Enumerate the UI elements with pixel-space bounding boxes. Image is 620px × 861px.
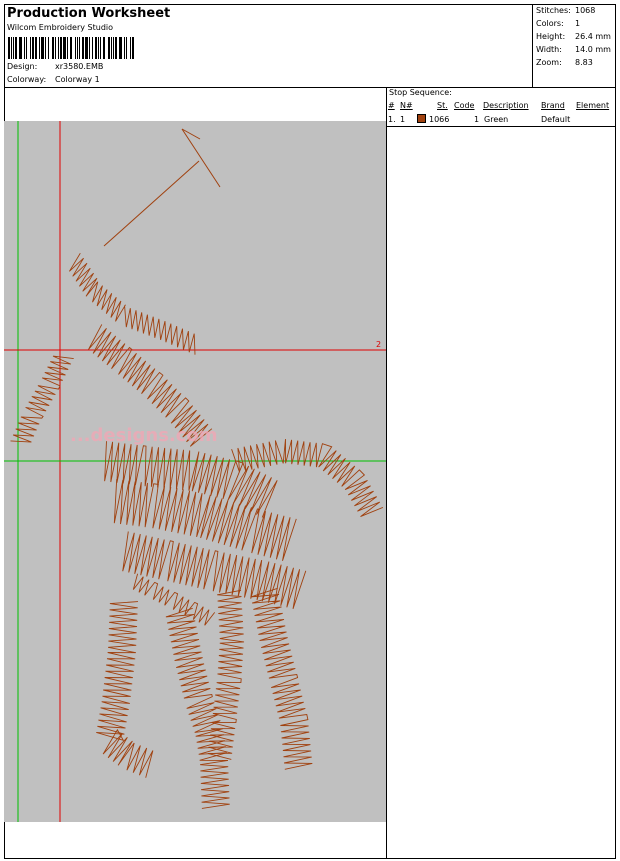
software-name: Wilcom Embroidery Studio — [7, 23, 114, 32]
thread-color-swatch — [417, 114, 426, 123]
design-label: Design: — [7, 62, 38, 71]
row-description: Green — [484, 115, 509, 124]
width-label: Width: — [536, 45, 562, 54]
stop-sequence-title: Stop Sequence: — [389, 88, 452, 97]
design-stats: Stitches: 1068 Colors: 1 Height: 26.4 mm Wi… — [532, 4, 616, 88]
zoom-label: Zoom: — [536, 58, 562, 67]
column-divider — [386, 88, 387, 859]
height-label: Height: — [536, 32, 566, 41]
stitches-label: Stitches: — [536, 6, 571, 15]
zoom-value: 8.83 — [575, 58, 593, 67]
row-num: 1. — [388, 115, 396, 124]
height-value: 26.4 mm — [575, 32, 611, 41]
col-header-n: N# — [400, 101, 413, 110]
page-title: Production Worksheet — [7, 6, 171, 21]
sequence-header-rule — [386, 126, 616, 127]
col-header-st: St. — [437, 101, 448, 110]
colorway-row: Colorway: Colorway 1 — [7, 75, 100, 84]
colors-label: Colors: — [536, 19, 564, 28]
stitches-value: 1068 — [575, 6, 596, 15]
row-code: 1 — [474, 115, 480, 124]
design-preview: ...designs.com 2 — [4, 121, 386, 822]
design-value: xr3580.EMB — [55, 62, 104, 71]
ruler-marker: 2 — [376, 340, 382, 349]
row-n: 1 — [400, 115, 406, 124]
col-header-description: Description — [483, 101, 529, 110]
embroidery-stitch-preview — [4, 121, 386, 822]
col-header-element: Element — [576, 101, 610, 110]
col-header-brand: Brand — [541, 101, 565, 110]
worksheet-header: Production Worksheet Wilcom Embroidery S… — [4, 4, 616, 88]
colorway-value: Colorway 1 — [55, 75, 100, 84]
watermark: ...designs.com — [70, 425, 218, 446]
col-header-code: Code — [454, 101, 475, 110]
barcode — [8, 37, 134, 59]
width-value: 14.0 mm — [575, 45, 611, 54]
colors-value: 1 — [575, 19, 581, 28]
design-row: Design: xr3580.EMB — [7, 62, 103, 71]
row-stitches: 1066 — [429, 115, 450, 124]
col-header-num: # — [388, 101, 395, 110]
row-brand: Default — [541, 115, 571, 124]
colorway-label: Colorway: — [7, 75, 47, 84]
